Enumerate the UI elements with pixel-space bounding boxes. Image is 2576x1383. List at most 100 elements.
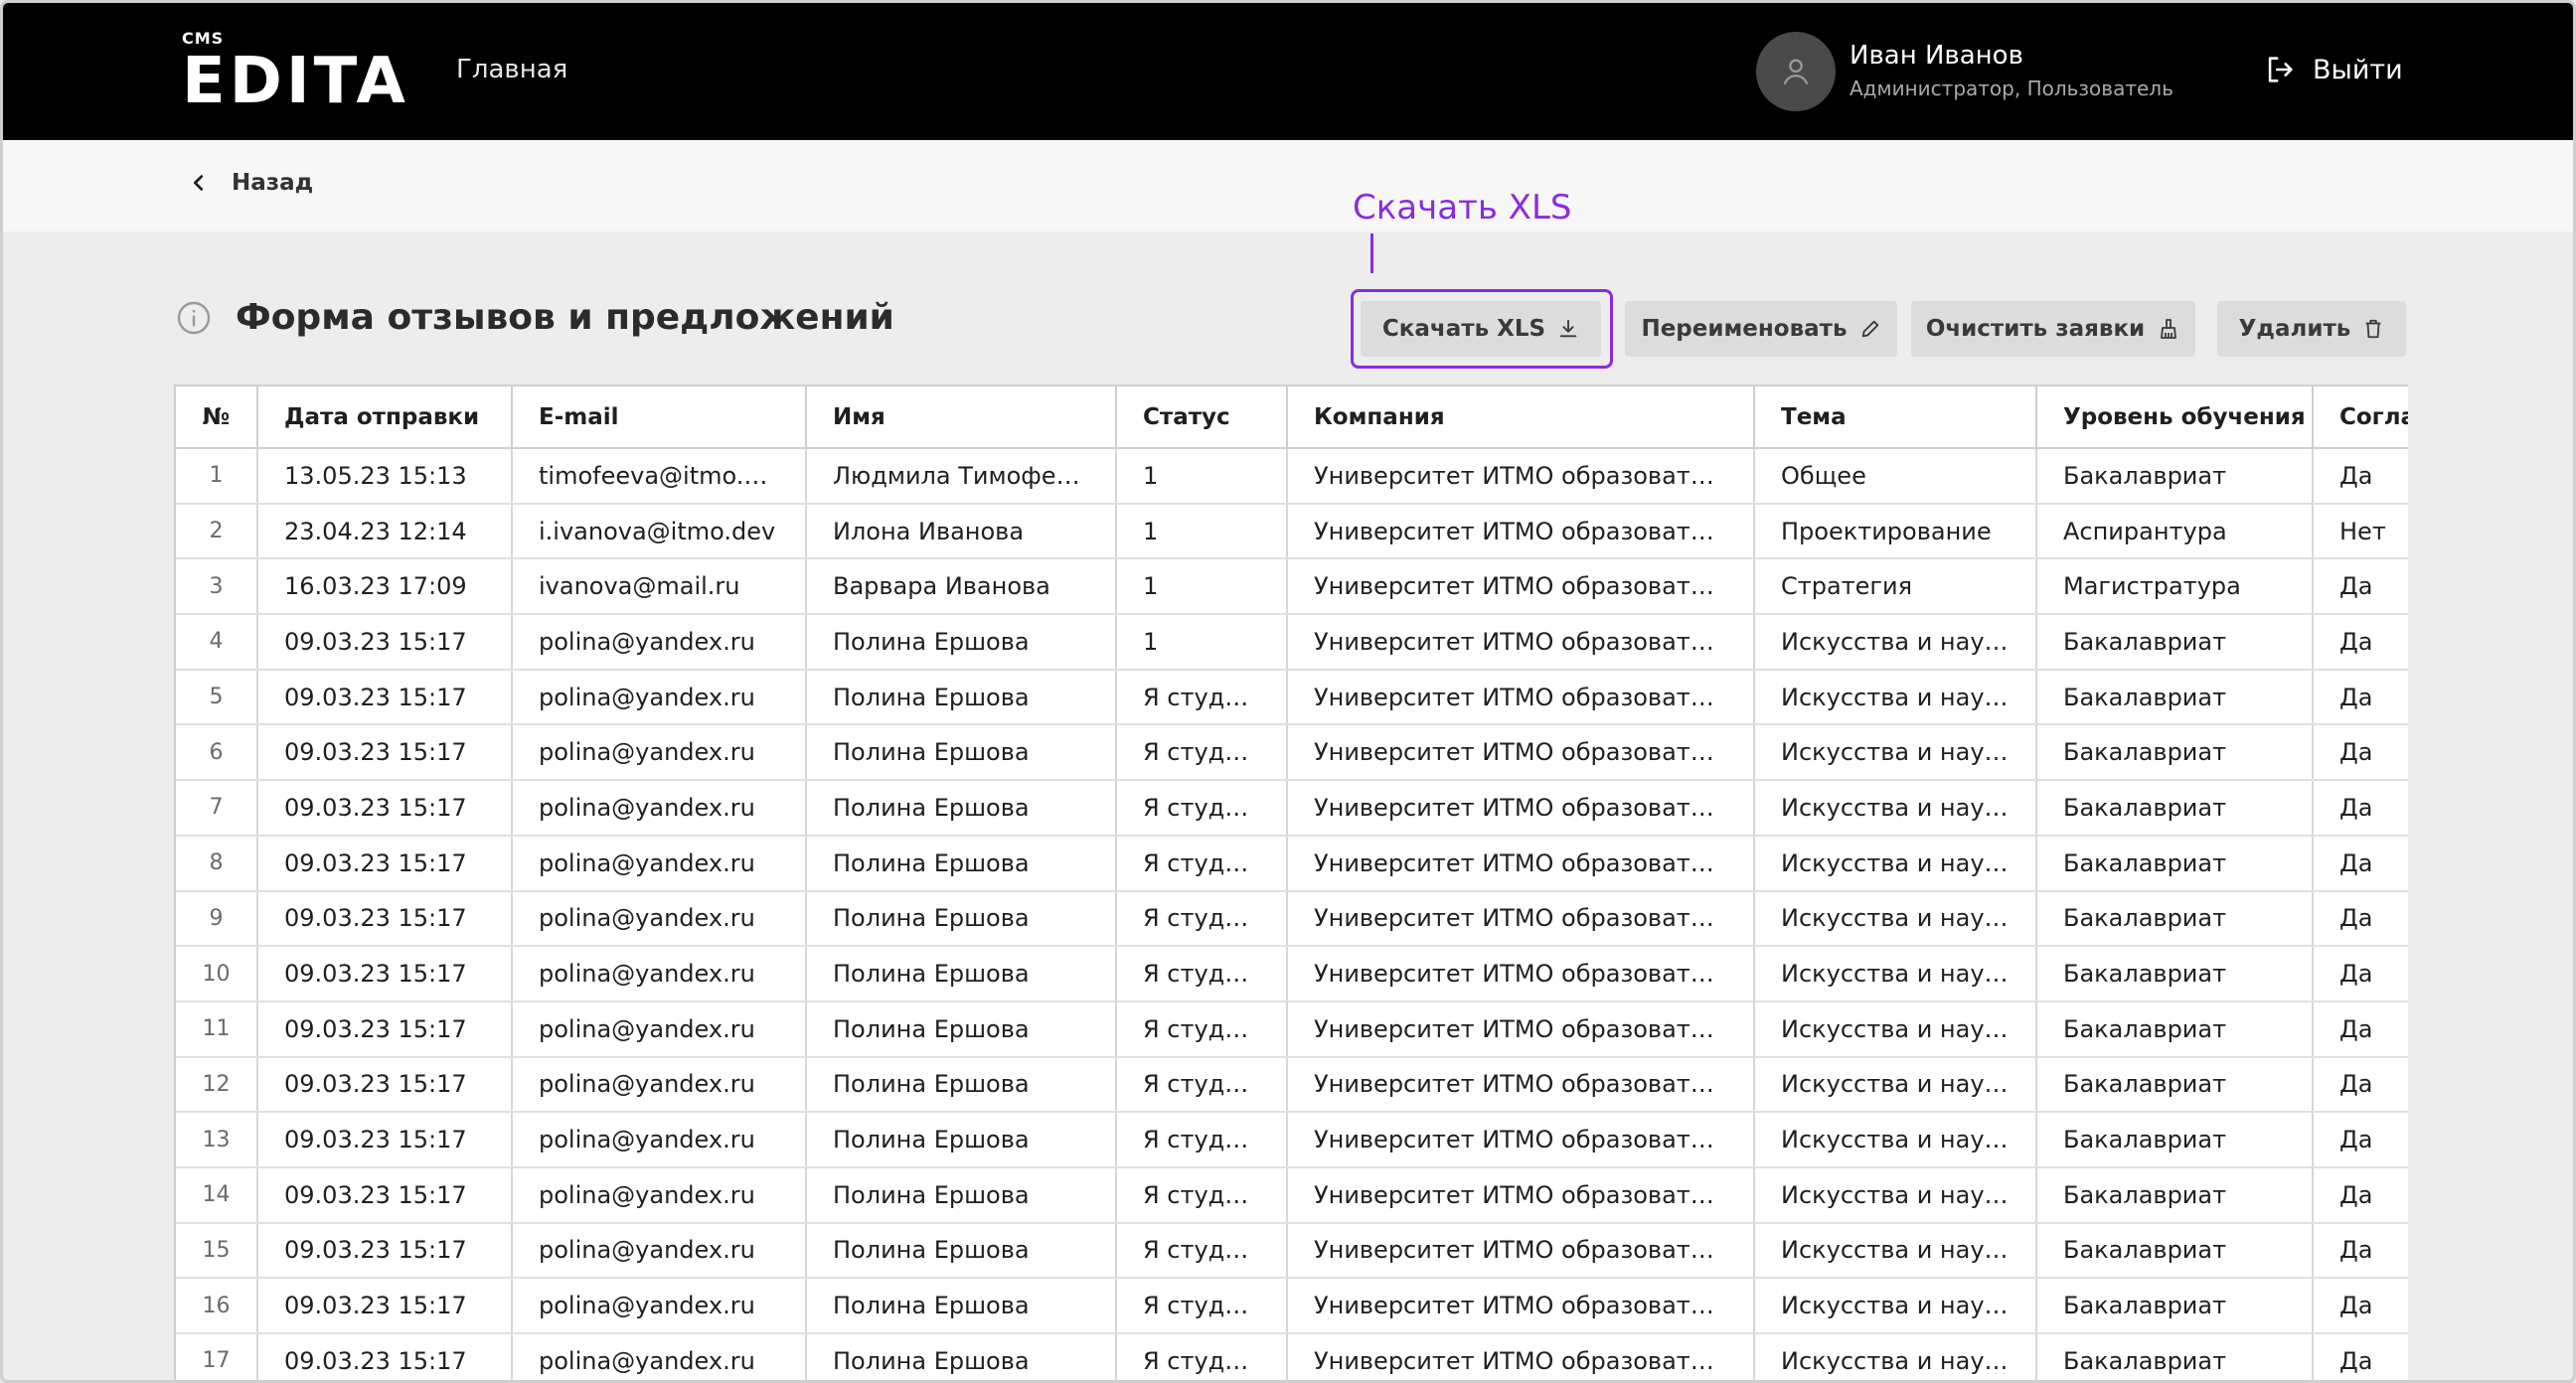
table-row[interactable]: 17 09.03.23 15:17 polina@yandex.ru Полина Е… — [176, 1333, 2408, 1380]
cell-column-name: Полина Ершова — [806, 1000, 1117, 1058]
cell-column-email: polina@yandex.ru — [512, 946, 807, 1002]
cell-column-number: 7 — [176, 780, 258, 837]
cell-column-status: 1 — [1116, 503, 1288, 560]
cell-column-topic: Искусства и науки — [1754, 946, 2037, 1002]
logo[interactable]: CMS EDITA — [182, 29, 409, 113]
cell-column-status: Я студент — [1116, 1166, 1288, 1224]
table-row[interactable]: 5 09.03.23 15:17 polina@yandex.ru Полина Ер… — [176, 669, 2408, 726]
cell-column-number: 1 — [176, 448, 258, 505]
submissions-table-container[interactable]: № Дата отправки E-mail Имя Статус Компания Тем… — [174, 384, 2408, 1380]
table-row[interactable]: 2 23.04.23 12:14 i.ivanova@itmo.dev Илона И… — [176, 503, 2408, 560]
cell-column-consent: Да — [2313, 669, 2408, 726]
table-row[interactable]: 9 09.03.23 15:17 polina@yandex.ru Полина Ер… — [176, 890, 2408, 948]
cell-column-topic: Стратегия — [1754, 558, 2037, 616]
cell-column-topic: Искусства и науки — [1754, 1222, 2037, 1280]
header-column-status[interactable]: Статус — [1116, 386, 1288, 449]
cell-column-topic: Проектирование — [1754, 503, 2037, 560]
cell-column-date: 09.03.23 15:17 — [257, 1333, 513, 1380]
cell-column-education-level: Бакалавриат — [2036, 835, 2314, 892]
cell-column-status: Я студент — [1116, 1278, 1288, 1334]
cell-column-topic: Искусства и науки — [1754, 1000, 2037, 1058]
pencil-icon — [1861, 320, 1878, 338]
cell-column-status: Я студент — [1116, 780, 1288, 837]
delete-button[interactable]: Удалить — [2217, 301, 2406, 357]
header-column-email[interactable]: E-mail — [512, 386, 807, 449]
cell-column-consent: Да — [2313, 724, 2408, 782]
cell-column-email: polina@yandex.ru — [512, 724, 807, 782]
cell-column-education-level: Бакалавриат — [2036, 890, 2314, 948]
table-row[interactable]: 4 09.03.23 15:17 polina@yandex.ru Полина Ер… — [176, 614, 2408, 671]
table-row[interactable]: 6 09.03.23 15:17 polina@yandex.ru Полина Ер… — [176, 724, 2408, 782]
cell-column-consent: Да — [2313, 1056, 2408, 1114]
back-button[interactable]: Назад — [188, 170, 313, 196]
cell-column-status: 1 — [1116, 614, 1288, 671]
cell-column-consent: Нет — [2313, 503, 2408, 560]
table-row[interactable]: 13 09.03.23 15:17 polina@yandex.ru Полина Е… — [176, 1112, 2408, 1168]
cell-column-education-level: Бакалавриат — [2036, 780, 2314, 837]
header-column-number[interactable]: № — [176, 386, 258, 449]
table-row[interactable]: 12 09.03.23 15:17 polina@yandex.ru Полина Е… — [176, 1056, 2408, 1114]
cell-column-company: Университет ИТМО образовател... — [1287, 780, 1755, 837]
cell-column-status: Я студент — [1116, 724, 1288, 782]
table-row[interactable]: 10 09.03.23 15:17 polina@yandex.ru Полина Е… — [176, 946, 2408, 1002]
info-icon[interactable] — [176, 300, 212, 336]
cell-column-name: Полина Ершова — [806, 724, 1117, 782]
cell-column-number: 13 — [176, 1112, 258, 1168]
table-row[interactable]: 15 09.03.23 15:17 polina@yandex.ru Полина Е… — [176, 1222, 2408, 1280]
cell-column-email: polina@yandex.ru — [512, 780, 807, 837]
user-icon — [1783, 59, 1809, 85]
table-row[interactable]: 16 09.03.23 15:17 polina@yandex.ru Полина Е… — [176, 1278, 2408, 1334]
header-column-company[interactable]: Компания — [1287, 386, 1755, 449]
cell-column-date: 09.03.23 15:17 — [257, 946, 513, 1002]
cell-column-consent: Да — [2313, 558, 2408, 616]
cell-column-number: 12 — [176, 1056, 258, 1114]
cell-column-status: Я студент — [1116, 835, 1288, 892]
cell-column-name: Полина Ершова — [806, 1166, 1117, 1224]
header-column-date[interactable]: Дата отправки — [257, 386, 513, 449]
top-navigation-bar: CMS EDITA Главная Иван Иванов Администра… — [3, 3, 2573, 140]
cell-column-date: 09.03.23 15:17 — [257, 1278, 513, 1334]
download-xls-button[interactable]: Скачать XLS — [1361, 301, 1601, 357]
header-column-consent[interactable]: Согла — [2313, 386, 2408, 449]
cell-column-education-level: Бакалавриат — [2036, 1000, 2314, 1058]
nav-home-link[interactable]: Главная — [456, 55, 567, 84]
cell-column-company: Университет ИТМО образовател... — [1287, 503, 1755, 560]
cell-column-number: 10 — [176, 946, 258, 1002]
cell-column-email: polina@yandex.ru — [512, 1056, 807, 1114]
cell-column-consent: Да — [2313, 1278, 2408, 1334]
cell-column-consent: Да — [2313, 1333, 2408, 1380]
cell-column-name: Полина Ершова — [806, 1056, 1117, 1114]
cell-column-name: Полина Ершова — [806, 1278, 1117, 1334]
cell-column-date: 09.03.23 15:17 — [257, 1112, 513, 1168]
cell-column-company: Университет ИТМО образовател... — [1287, 724, 1755, 782]
table-row[interactable]: 7 09.03.23 15:17 polina@yandex.ru Полина Ер… — [176, 780, 2408, 837]
cell-column-company: Университет ИТМО образовател... — [1287, 1112, 1755, 1168]
table-row[interactable]: 14 09.03.23 15:17 polina@yandex.ru Полина Е… — [176, 1166, 2408, 1224]
table-row[interactable]: 1 13.05.23 15:13 timofeeva@itmo.dev Людмила… — [176, 448, 2408, 505]
broom-icon — [2161, 319, 2177, 339]
cell-column-company: Университет ИТМО образовател... — [1287, 1000, 1755, 1058]
cell-column-topic: Искусства и науки — [1754, 1333, 2037, 1380]
header-column-topic[interactable]: Тема — [1754, 386, 2037, 449]
cell-column-status: Я студент — [1116, 1056, 1288, 1114]
table-row[interactable]: 11 09.03.23 15:17 polina@yandex.ru Полина Е… — [176, 1000, 2408, 1058]
cell-column-topic: Искусства и науки — [1754, 835, 2037, 892]
header-column-education-level[interactable]: Уровень обучения — [2036, 386, 2314, 449]
cell-column-number: 9 — [176, 890, 258, 948]
rename-button[interactable]: Переименовать — [1625, 301, 1897, 357]
cell-column-date: 13.05.23 15:13 — [257, 448, 513, 505]
cell-column-company: Университет ИТМО образовател... — [1287, 669, 1755, 726]
logout-button[interactable]: Выйти — [2263, 53, 2403, 86]
cell-column-consent: Да — [2313, 1222, 2408, 1280]
cell-column-topic: Искусства и науки — [1754, 1166, 2037, 1224]
table-row[interactable]: 8 09.03.23 15:17 polina@yandex.ru Полина Ер… — [176, 835, 2408, 892]
avatar[interactable] — [1756, 32, 1836, 111]
cell-column-consent: Да — [2313, 448, 2408, 505]
table-row[interactable]: 3 16.03.23 17:09 ivanova@mail.ru Варвара Ив… — [176, 558, 2408, 616]
header-column-name[interactable]: Имя — [806, 386, 1117, 449]
download-xls-label: Скачать XLS — [1381, 316, 1546, 342]
clear-requests-button[interactable]: Очистить заявки — [1911, 301, 2195, 357]
cell-column-education-level: Бакалавриат — [2036, 1056, 2314, 1114]
cell-column-company: Университет ИТМО образовател... — [1287, 558, 1755, 616]
download-icon — [1559, 319, 1577, 338]
